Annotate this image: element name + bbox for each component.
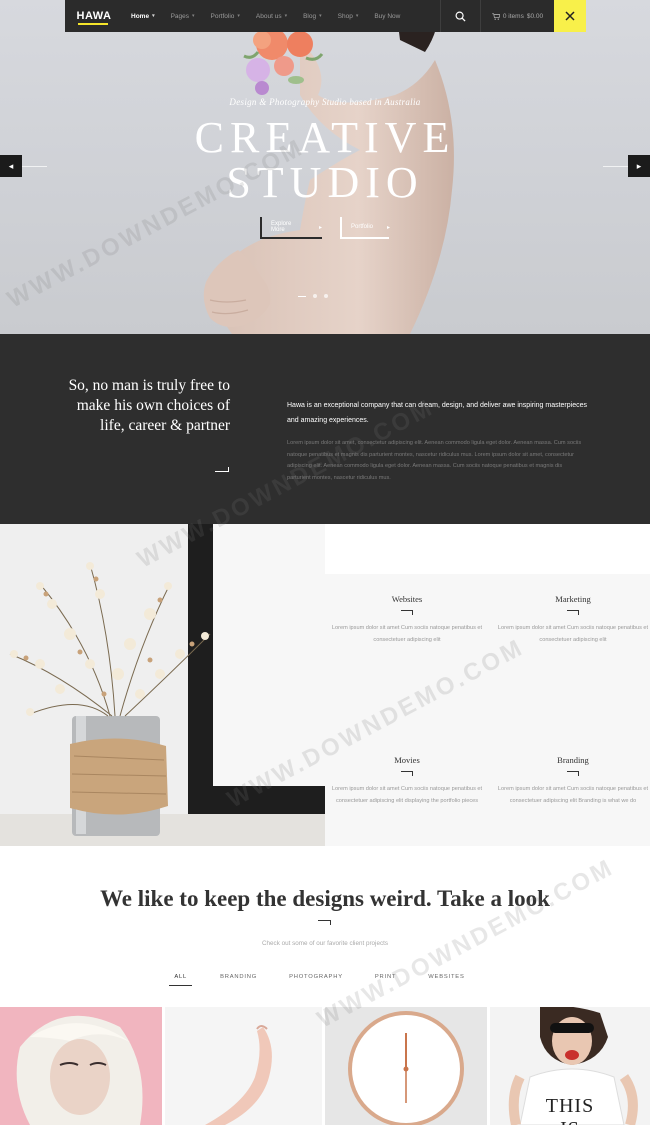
arrow-right-icon: ▸ — [318, 224, 322, 231]
logo-text: HAWA — [76, 10, 112, 22]
service-text: Lorem ipsum dolor sit amet Cum sociis na… — [331, 625, 483, 643]
service-title: Marketing — [555, 594, 591, 604]
hero-subtitle: Design & Photography Studio based in Aus… — [229, 97, 421, 107]
portfolio-label: Portfolio — [351, 224, 374, 230]
arrow-right-icon: ▸ — [387, 224, 391, 231]
portfolio-tile-3[interactable] — [325, 1007, 487, 1125]
service-divider — [567, 610, 579, 615]
service-movies[interactable]: Movies Lorem ipsum dolor sit amet Cum so… — [327, 755, 487, 807]
nav-home-label: Home — [131, 12, 150, 20]
cart-count: 0 items — [502, 12, 524, 20]
search-button[interactable] — [440, 0, 480, 32]
service-title: Branding — [557, 755, 589, 765]
prev-arrow-line — [22, 166, 47, 167]
nav-shop[interactable]: Shop ▾ — [330, 0, 367, 32]
nav-about[interactable]: About us ▾ — [248, 0, 295, 32]
portfolio-divider — [318, 920, 331, 925]
explore-more-label: Explore More — [271, 221, 292, 233]
service-divider — [401, 771, 413, 776]
service-text: Lorem ipsum dolor sit amet Cum sociis na… — [497, 625, 649, 643]
site-header: HAWA Home ▾ Pages ▾ Portfolio ▾ About us ▾ B… — [65, 0, 586, 32]
nav-pages-label: Pages — [170, 12, 190, 20]
about-section: So, no man is truly free to make his own… — [0, 334, 650, 524]
filter-all[interactable]: ALL — [169, 974, 193, 986]
arrow-right-icon: ▸ — [636, 160, 642, 171]
service-title: Movies — [394, 755, 420, 765]
vase-image — [0, 524, 325, 846]
portfolio-filters: ALL BRANDING PHOTOGRAPHY PRINT WEBSITES — [0, 974, 650, 986]
service-text: Lorem ipsum dolor sit amet Cum sociis na… — [331, 786, 483, 804]
menu-toggle-button[interactable] — [554, 0, 586, 32]
filter-branding[interactable]: BRANDING — [204, 974, 273, 986]
logo-underline — [78, 23, 108, 25]
hero-title-line2: STUDIO — [226, 158, 424, 207]
main-nav: Home ▾ Pages ▾ Portfolio ▾ About us ▾ Blog ▾ … — [123, 0, 408, 32]
filter-print[interactable]: PRINT — [359, 974, 412, 986]
slide-dot-2[interactable] — [313, 294, 317, 298]
service-websites[interactable]: Websites Lorem ipsum dolor sit amet Cum … — [327, 594, 487, 646]
nav-buy-now[interactable]: Buy Now — [366, 0, 408, 32]
nav-portfolio[interactable]: Portfolio ▾ — [203, 0, 248, 32]
about-body: Lorem ipsum dolor sit amet, consectetur … — [287, 440, 582, 481]
chevron-down-icon: ▾ — [152, 13, 155, 19]
filter-photography[interactable]: PHOTOGRAPHY — [273, 974, 359, 986]
nav-blog-label: Blog — [303, 12, 317, 20]
portfolio-button[interactable]: Portfolio ▸ — [340, 217, 391, 239]
services-grid: Websites Lorem ipsum dolor sit amet Cum … — [325, 574, 650, 846]
vase-illustration — [0, 524, 325, 846]
service-marketing[interactable]: Marketing Lorem ipsum dolor sit amet Cum… — [493, 594, 650, 646]
filter-websites[interactable]: WEBSITES — [412, 974, 480, 986]
next-arrow-line — [603, 166, 628, 167]
nav-about-label: About us — [255, 12, 282, 20]
about-quote: So, no man is truly free to make his own… — [68, 377, 230, 434]
service-branding[interactable]: Branding Lorem ipsum dolor sit amet Cum … — [493, 755, 650, 807]
chevron-down-icon: ▾ — [192, 13, 195, 19]
service-divider — [567, 771, 579, 776]
explore-more-button[interactable]: Explore More ▸ — [260, 217, 322, 239]
hero-title-line1: CREATIVE — [194, 113, 456, 162]
portfolio-tile-2[interactable] — [165, 1007, 322, 1125]
hero-slider: Design & Photography Studio based in Aus… — [0, 0, 650, 334]
about-lead: Hawa is an exceptional company that can … — [287, 402, 587, 424]
nav-buy-now-label: Buy Now — [374, 12, 401, 20]
portfolio-grid: THIS IS — [0, 1007, 650, 1125]
nav-blog[interactable]: Blog ▾ — [295, 0, 330, 32]
chevron-down-icon: ▾ — [319, 13, 322, 19]
portfolio-image-2 — [165, 1007, 322, 1125]
portfolio-title: We like to keep the designs weird. Take … — [100, 886, 550, 911]
prev-slide-button[interactable]: ◂ — [0, 155, 22, 177]
next-slide-button[interactable]: ▸ — [628, 155, 650, 177]
nav-pages[interactable]: Pages ▾ — [163, 0, 203, 32]
slider-dots — [298, 294, 328, 298]
portfolio-image-1 — [0, 1007, 162, 1125]
chevron-down-icon: ▾ — [237, 13, 240, 19]
portfolio-subtitle: Check out some of our favorite client pr… — [262, 940, 388, 947]
service-divider — [401, 610, 413, 615]
cart-icon — [491, 12, 500, 20]
arrow-left-icon: ◂ — [8, 160, 14, 171]
services-section: Websites Lorem ipsum dolor sit amet Cum … — [0, 524, 650, 846]
slide-dot-1[interactable] — [298, 295, 306, 297]
service-title: Websites — [391, 594, 423, 604]
tile-shirt-text: THIS IS — [545, 1095, 595, 1125]
service-text: Lorem ipsum dolor sit amet Cum sociis na… — [497, 786, 649, 804]
nav-home[interactable]: Home ▾ — [123, 0, 163, 32]
close-icon — [565, 11, 575, 21]
portfolio-image-3 — [325, 1007, 487, 1125]
search-icon — [455, 11, 466, 22]
cart-total: $0.00 — [526, 12, 544, 20]
chevron-down-icon: ▾ — [284, 13, 288, 19]
cart-button[interactable]: 0 items $0.00 — [480, 0, 554, 32]
logo[interactable]: HAWA — [65, 0, 123, 32]
chevron-down-icon: ▾ — [355, 13, 359, 19]
slide-dot-3[interactable] — [324, 294, 328, 298]
nav-shop-label: Shop — [337, 12, 353, 20]
quote-divider — [215, 467, 229, 472]
portfolio-tile-1[interactable] — [0, 1007, 162, 1125]
portfolio-tile-4[interactable]: THIS IS — [490, 1007, 650, 1125]
nav-portfolio-label: Portfolio — [210, 12, 235, 20]
